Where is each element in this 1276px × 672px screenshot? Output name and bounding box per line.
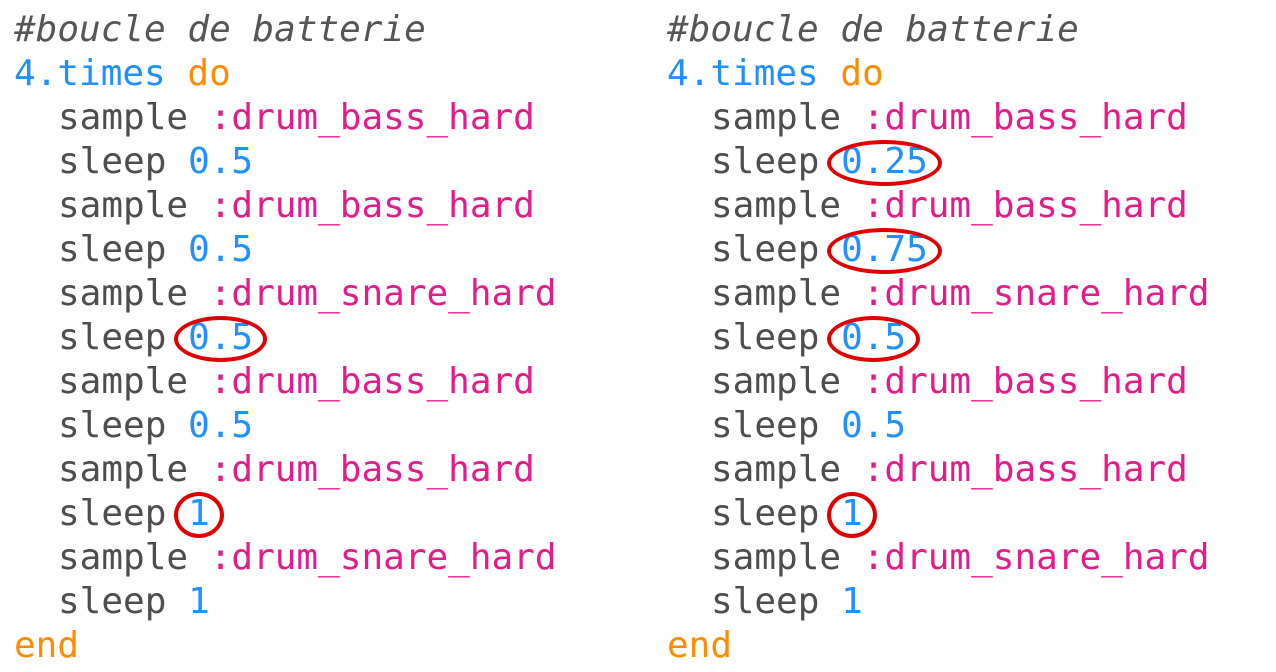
sleep-command: sleep <box>711 141 820 182</box>
sample-command: sample <box>58 273 189 314</box>
code-line: sample :drum_bass_hard <box>667 96 1210 140</box>
sample-name: :drum_bass_hard <box>862 361 1188 402</box>
highlighted-sleep-value: 0.75 <box>827 228 942 274</box>
sample-name: :drum_snare_hard <box>209 273 557 314</box>
code-line: sample :drum_bass_hard <box>14 360 557 404</box>
sleep-value: 0.5 <box>188 229 254 270</box>
comment-line: #boucle de batterie <box>667 8 1210 52</box>
code-line: sample :drum_bass_hard <box>667 448 1210 492</box>
sleep-command: sleep <box>711 317 820 358</box>
code-line: sleep 1 <box>14 580 557 624</box>
sleep-command: sleep <box>58 405 167 446</box>
comment-line: #boucle de batterie <box>14 8 557 52</box>
sleep-command: sleep <box>711 581 820 622</box>
code-line: sample :drum_snare_hard <box>14 536 557 580</box>
sleep-value: 0.5 <box>841 405 907 446</box>
sleep-command: sleep <box>711 229 820 270</box>
code-line: sleep 0.5 <box>667 404 1210 448</box>
loop-body: sample :drum_bass_hard sleep 0.5 sample :d… <box>14 96 557 624</box>
sample-command: sample <box>58 97 189 138</box>
code-line: sleep 0.5 <box>14 316 557 362</box>
code-line: sleep 0.5 <box>14 404 557 448</box>
sample-name: :drum_bass_hard <box>209 361 535 402</box>
sample-command: sample <box>711 449 842 490</box>
end-line: end <box>667 624 1210 668</box>
sample-command: sample <box>711 97 842 138</box>
sample-name: :drum_bass_hard <box>862 449 1188 490</box>
sample-name: :drum_snare_hard <box>862 273 1210 314</box>
sample-name: :drum_bass_hard <box>209 185 535 226</box>
loop-count: 4 <box>667 53 689 94</box>
code-line: sample :drum_snare_hard <box>14 272 557 316</box>
loop-keyword: do <box>187 53 231 94</box>
sleep-command: sleep <box>58 229 167 270</box>
sample-command: sample <box>711 273 842 314</box>
code-line: sleep 1 <box>667 492 1210 538</box>
loop-method: .times <box>688 53 819 94</box>
loop-keyword: do <box>840 53 884 94</box>
highlighted-sleep-value: 1 <box>827 492 877 538</box>
code-line: sleep 0.5 <box>14 140 557 184</box>
code-line: sample :drum_snare_hard <box>667 536 1210 580</box>
loop-count: 4 <box>14 53 36 94</box>
loop-body: sample :drum_bass_hard sleep 0.25 sample :… <box>667 96 1210 624</box>
sample-name: :drum_bass_hard <box>862 185 1188 226</box>
code-line: sample :drum_bass_hard <box>14 184 557 228</box>
code-line: sample :drum_snare_hard <box>667 272 1210 316</box>
code-line: sample :drum_bass_hard <box>667 184 1210 228</box>
code-line: sample :drum_bass_hard <box>14 448 557 492</box>
comment-text: #boucle de batterie <box>667 9 1079 50</box>
highlighted-sleep-value: 0.25 <box>827 140 942 186</box>
sample-name: :drum_bass_hard <box>862 97 1188 138</box>
code-line: sleep 1 <box>667 580 1210 624</box>
highlighted-sleep-value: 1 <box>174 492 224 538</box>
sample-command: sample <box>58 361 189 402</box>
loop-line: 4.times do <box>14 52 557 96</box>
code-line: sleep 0.5 <box>14 228 557 272</box>
comment-text: #boucle de batterie <box>14 9 426 50</box>
highlighted-sleep-value: 0.5 <box>174 316 268 362</box>
sample-name: :drum_snare_hard <box>209 537 557 578</box>
code-line: sample :drum_bass_hard <box>14 96 557 140</box>
sample-name: :drum_bass_hard <box>209 97 535 138</box>
sleep-command: sleep <box>58 581 167 622</box>
sleep-command: sleep <box>711 405 820 446</box>
end-keyword: end <box>14 625 80 666</box>
sleep-command: sleep <box>58 317 167 358</box>
end-keyword: end <box>667 625 733 666</box>
code-line: sleep 0.5 <box>667 316 1210 362</box>
loop-line: 4.times do <box>667 52 1210 96</box>
code-line: sleep 0.25 <box>667 140 1210 186</box>
end-line: end <box>14 624 557 668</box>
sample-name: :drum_snare_hard <box>862 537 1210 578</box>
sample-command: sample <box>711 185 842 226</box>
code-line: sleep 1 <box>14 492 557 538</box>
code-panel-left: #boucle de batterie 4.times do sample :d… <box>14 8 557 668</box>
sleep-value: 0.5 <box>188 141 254 182</box>
sleep-value: 0.5 <box>188 405 254 446</box>
sample-command: sample <box>711 361 842 402</box>
code-line: sample :drum_bass_hard <box>667 360 1210 404</box>
loop-method: .times <box>35 53 166 94</box>
code-line: sleep 0.75 <box>667 228 1210 274</box>
code-panel-right: #boucle de batterie 4.times do sample :d… <box>667 8 1210 668</box>
sleep-command: sleep <box>58 493 167 534</box>
sleep-command: sleep <box>711 493 820 534</box>
sample-command: sample <box>711 537 842 578</box>
sleep-command: sleep <box>58 141 167 182</box>
sleep-value: 1 <box>841 581 863 622</box>
sleep-value: 1 <box>188 581 210 622</box>
highlighted-sleep-value: 0.5 <box>827 316 921 362</box>
sample-command: sample <box>58 449 189 490</box>
sample-command: sample <box>58 537 189 578</box>
sample-name: :drum_bass_hard <box>209 449 535 490</box>
sample-command: sample <box>58 185 189 226</box>
